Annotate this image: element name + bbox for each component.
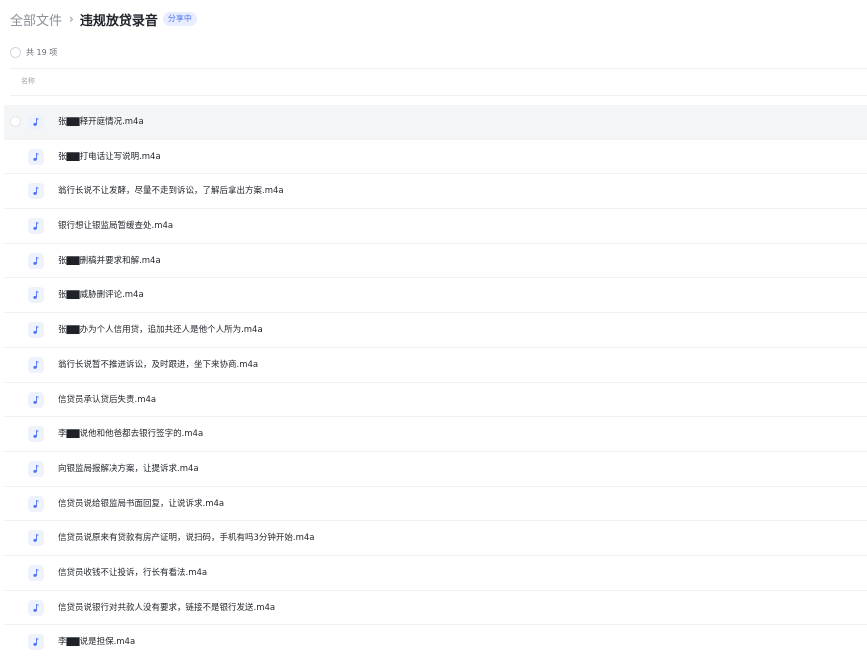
file-name[interactable]: 信贷员收钱不让投诉，行长有看法.m4a	[58, 567, 207, 579]
file-name[interactable]: 信贷员承认贷后失责.m4a	[58, 394, 156, 406]
file-name[interactable]: 信贷员说银行对共款人没有要求，链接不是银行发送.m4a	[58, 602, 275, 614]
music-note-icon	[28, 322, 44, 339]
file-name[interactable]: 张▇▇办为个人信用贷，追加共还人是他个人所为.m4a	[58, 324, 263, 336]
file-name[interactable]: 张▇▇威胁删评论.m4a	[58, 289, 144, 301]
file-name[interactable]: 翁行长说不让发酵，尽量不走到诉讼，了解后拿出方案.m4a	[58, 185, 284, 197]
music-note-icon	[28, 564, 44, 581]
file-name[interactable]: 李▇▇说是担保.m4a	[58, 636, 135, 648]
file-name[interactable]: 张▇▇释开庭情况.m4a	[58, 116, 144, 128]
file-row[interactable]: 李▇▇说是担保.m4a	[4, 625, 867, 658]
music-note-icon	[28, 252, 44, 269]
file-row[interactable]: 张▇▇办为个人信用贷，追加共还人是他个人所为.m4a	[4, 313, 867, 348]
music-note-icon	[28, 218, 44, 235]
file-name[interactable]: 李▇▇说他和他爸都去银行签字的.m4a	[58, 428, 203, 440]
file-row[interactable]: 信贷员说给银监局书面回复，让说诉求.m4a	[4, 487, 867, 522]
file-row[interactable]: 翁行长说暂不推进诉讼，及时跟进，坐下来协商.m4a	[4, 348, 867, 383]
music-note-icon	[28, 391, 44, 408]
item-count: 共 19 项	[26, 47, 58, 57]
file-row[interactable]: 信贷员说原来有贷款有房产证明，说扫码，手机有吗3分钟开始.m4a	[4, 521, 867, 556]
music-note-icon	[28, 495, 44, 512]
file-row[interactable]: 银行想让银监局暂缓查处.m4a	[4, 209, 867, 244]
file-name[interactable]: 向银监局报解决方案，让提诉求.m4a	[58, 463, 199, 475]
file-row[interactable]: 信贷员承认贷后失责.m4a	[4, 383, 867, 418]
file-name[interactable]: 信贷员说原来有贷款有房产证明，说扫码，手机有吗3分钟开始.m4a	[58, 532, 315, 544]
file-row[interactable]: 张▇▇打电话让写说明.m4a	[4, 140, 867, 175]
divider	[10, 68, 867, 69]
file-name[interactable]: 张▇▇打电话让写说明.m4a	[58, 151, 161, 163]
row-checkbox[interactable]	[10, 116, 21, 127]
breadcrumb-current-folder: 违规放贷录音	[79, 13, 158, 29]
breadcrumb-separator: ›	[69, 12, 74, 26]
file-row[interactable]: 张▇▇释开庭情况.m4a	[4, 105, 867, 140]
file-name[interactable]: 翁行长说暂不推进诉讼，及时跟进，坐下来协商.m4a	[58, 359, 258, 371]
file-row[interactable]: 李▇▇说他和他爸都去银行签字的.m4a	[4, 417, 867, 452]
file-row[interactable]: 向银监局报解决方案，让提诉求.m4a	[4, 452, 867, 487]
select-all-checkbox[interactable]	[10, 46, 21, 58]
file-name[interactable]: 银行想让银监局暂缓查处.m4a	[58, 220, 173, 232]
music-note-icon	[28, 530, 44, 547]
music-note-icon	[28, 356, 44, 373]
breadcrumb: 全部文件 › 违规放贷录音 分享中	[10, 9, 197, 29]
music-note-icon	[28, 183, 44, 200]
music-note-icon	[28, 460, 44, 477]
selection-summary: 共 19 项	[10, 45, 57, 59]
column-header-name[interactable]: 名称	[21, 76, 35, 86]
music-note-icon	[28, 599, 44, 616]
breadcrumb-root-link[interactable]: 全部文件	[10, 10, 62, 29]
file-row[interactable]: 翁行长说不让发酵，尽量不走到诉讼，了解后拿出方案.m4a	[4, 174, 867, 210]
file-list: 张▇▇释开庭情况.m4a 张▇▇打电话让写说明.m4a 翁行长说不让发酵，尽量不走到…	[4, 105, 867, 658]
file-row[interactable]: 信贷员说银行对共款人没有要求，链接不是银行发送.m4a	[4, 591, 867, 626]
file-name[interactable]: 张▇▇删稿并要求和解.m4a	[58, 255, 161, 267]
file-row[interactable]: 信贷员收钱不让投诉，行长有看法.m4a	[4, 556, 867, 591]
sharing-status-badge[interactable]: 分享中	[162, 12, 197, 26]
music-note-icon	[28, 287, 44, 304]
music-note-icon	[28, 426, 44, 443]
music-note-icon	[28, 114, 44, 130]
music-note-icon	[28, 148, 44, 165]
divider	[10, 95, 867, 96]
file-row[interactable]: 张▇▇删稿并要求和解.m4a	[4, 244, 867, 279]
file-name[interactable]: 信贷员说给银监局书面回复，让说诉求.m4a	[58, 498, 224, 510]
music-note-icon	[28, 634, 44, 651]
file-row[interactable]: 张▇▇威胁删评论.m4a	[4, 278, 867, 314]
